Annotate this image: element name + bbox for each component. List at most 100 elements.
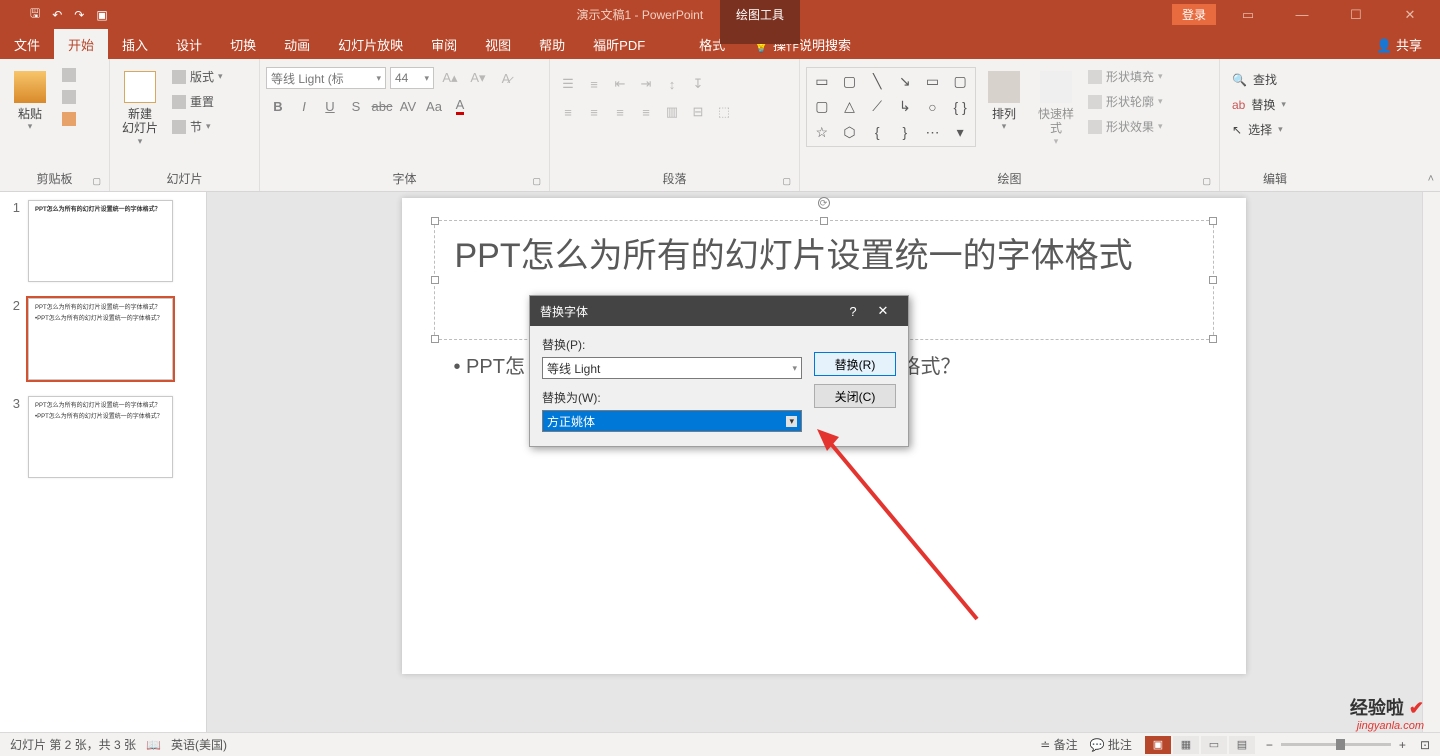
title-text[interactable]: PPT怎么为所有的幻灯片设置统一的字体格式 [435,221,1213,293]
smartart-icon[interactable]: ⬚ [712,101,736,123]
shape-rect2-icon[interactable]: ▭ [920,70,946,93]
launcher-icon[interactable]: ▢ [1202,176,1211,187]
decrease-indent-icon[interactable]: ⇤ [608,73,632,95]
slideshow-icon[interactable]: ▣ [96,8,107,22]
thumb-slide-2[interactable]: PPT怎么为所有的幻灯片设置统一的字体格式？ •PPT怎么为所有的幻灯片设置统一… [28,298,173,380]
shape-oval-icon[interactable]: ○ [920,95,946,118]
shape-line-icon[interactable]: ╲ [864,70,890,93]
shape-arrow-icon[interactable]: ↘ [892,70,918,93]
launcher-icon[interactable]: ▢ [92,176,101,187]
thumb-slide-3[interactable]: PPT怎么为所有的幻灯片设置统一的字体格式？ •PPT怎么为所有的幻灯片设置统一… [28,396,173,478]
shape-expand-icon[interactable]: ▾ [947,121,973,144]
language-indicator[interactable]: 英语(美国) [171,736,227,753]
decrease-font-icon[interactable]: A▾ [466,67,490,89]
slideshow-view-icon[interactable]: ▤ [1229,736,1255,754]
resize-handle[interactable] [1209,276,1217,284]
find-button[interactable]: 🔍查找 [1232,71,1286,88]
launcher-icon[interactable]: ▢ [532,176,541,187]
arrange-button[interactable]: 排列▾ [980,67,1028,136]
resize-handle[interactable] [431,217,439,225]
tab-design[interactable]: 设计 [162,29,216,59]
clear-format-icon[interactable]: A̷ [494,67,518,89]
reading-view-icon[interactable]: ▭ [1201,736,1227,754]
increase-font-icon[interactable]: A▴ [438,67,462,89]
resize-handle[interactable] [431,335,439,343]
resize-handle[interactable] [1209,335,1217,343]
share-button[interactable]: 👤 共享 [1358,29,1440,59]
numbering-icon[interactable]: ≡ [582,73,606,95]
align-left-icon[interactable]: ≡ [556,101,580,123]
sorter-view-icon[interactable]: ▦ [1173,736,1199,754]
vertical-scrollbar[interactable] [1422,192,1440,732]
collapse-ribbon-icon[interactable]: ˄ [1428,173,1434,185]
replace-with-combo[interactable]: 方正姚体▾ [542,410,802,432]
shape-star-icon[interactable]: ☆ [809,121,835,144]
italic-button[interactable]: I [292,95,316,117]
underline-button[interactable]: U [318,95,342,117]
align-text-icon[interactable]: ⊟ [686,101,710,123]
format-painter-button[interactable] [58,111,80,127]
shapes-gallery[interactable]: ▭ ▢ ╲ ↘ ▭ ▢ ▢ △ ⟋ ↳ ○ { } ☆ ⬡ { } ⋯ ▾ [806,67,976,147]
new-slide-button[interactable]: 新建 幻灯片▾ [116,67,164,151]
bullets-icon[interactable]: ☰ [556,73,580,95]
cut-button[interactable] [58,67,80,83]
shape-textbox-icon[interactable]: ▭ [809,70,835,93]
fit-window-icon[interactable]: ⊡ [1420,738,1430,752]
shape-roundrect-icon[interactable]: ▢ [809,95,835,118]
tab-animations[interactable]: 动画 [270,29,324,59]
thumb-slide-1[interactable]: PPT怎么为所有的幻灯片设置统一的字体格式？ [28,200,173,282]
shape-outline-button[interactable]: 形状轮廓 ▾ [1084,92,1167,111]
font-color-button[interactable]: A [448,95,472,117]
line-spacing-icon[interactable]: ↕ [660,73,684,95]
notes-button[interactable]: ≐ 备注 [1040,736,1077,753]
strike-button[interactable]: abc [370,95,394,117]
shape-brace-icon[interactable]: { } [947,95,973,118]
shape-bracket-icon[interactable]: { [864,121,890,144]
tab-slideshow[interactable]: 幻灯片放映 [324,29,417,59]
font-size-select[interactable]: 44▾ [390,67,434,89]
tab-help[interactable]: 帮助 [525,29,579,59]
tab-insert[interactable]: 插入 [108,29,162,59]
normal-view-icon[interactable]: ▣ [1145,736,1171,754]
comments-button[interactable]: 💬 批注 [1090,736,1132,753]
shape-connector-icon[interactable]: ↳ [892,95,918,118]
columns-icon[interactable]: ▥ [660,101,684,123]
replace-font-combo[interactable]: 等线 Light▾ [542,357,802,379]
change-case-button[interactable]: Aa [422,95,446,117]
shape-rect-icon[interactable]: ▢ [837,70,863,93]
shape-poly-icon[interactable]: ⬡ [837,121,863,144]
tab-file[interactable]: 文件 [0,29,54,59]
maximize-icon[interactable]: ☐ [1334,7,1378,23]
redo-icon[interactable]: ↷ [74,8,84,22]
shape-effects-button[interactable]: 形状效果 ▾ [1084,117,1167,136]
dialog-titlebar[interactable]: 替换字体 ? ✕ [530,296,908,326]
dialog-help-icon[interactable]: ? [838,304,868,319]
align-right-icon[interactable]: ≡ [608,101,632,123]
copy-button[interactable] [58,89,80,105]
reset-button[interactable]: 重置 [168,92,227,111]
ribbon-display-icon[interactable]: ▭ [1226,7,1270,23]
shape-curve-icon[interactable]: ⟋ [864,95,890,118]
paste-button[interactable]: 粘贴▾ [6,67,54,136]
resize-handle[interactable] [820,217,828,225]
resize-handle[interactable] [1209,217,1217,225]
justify-icon[interactable]: ≡ [634,101,658,123]
tab-transitions[interactable]: 切换 [216,29,270,59]
resize-handle[interactable] [431,276,439,284]
zoom-slider[interactable] [1281,743,1391,746]
login-button[interactable]: 登录 [1172,4,1216,25]
rotate-handle-icon[interactable]: ⟳ [818,197,830,209]
tab-view[interactable]: 视图 [471,29,525,59]
replace-button[interactable]: ab替换 ▾ [1232,96,1286,113]
dialog-close-button[interactable]: 关闭(C) [814,384,896,408]
shadow-button[interactable]: S [344,95,368,117]
zoom-out-icon[interactable]: − [1266,738,1273,752]
shape-more-icon[interactable]: ⋯ [920,121,946,144]
close-icon[interactable]: ✕ [1388,7,1432,23]
launcher-icon[interactable]: ▢ [782,176,791,187]
char-spacing-button[interactable]: AV [396,95,420,117]
text-direction-icon[interactable]: ↧ [686,73,710,95]
shape-square-icon[interactable]: ▢ [947,70,973,93]
increase-indent-icon[interactable]: ⇥ [634,73,658,95]
tab-home[interactable]: 开始 [54,29,108,59]
